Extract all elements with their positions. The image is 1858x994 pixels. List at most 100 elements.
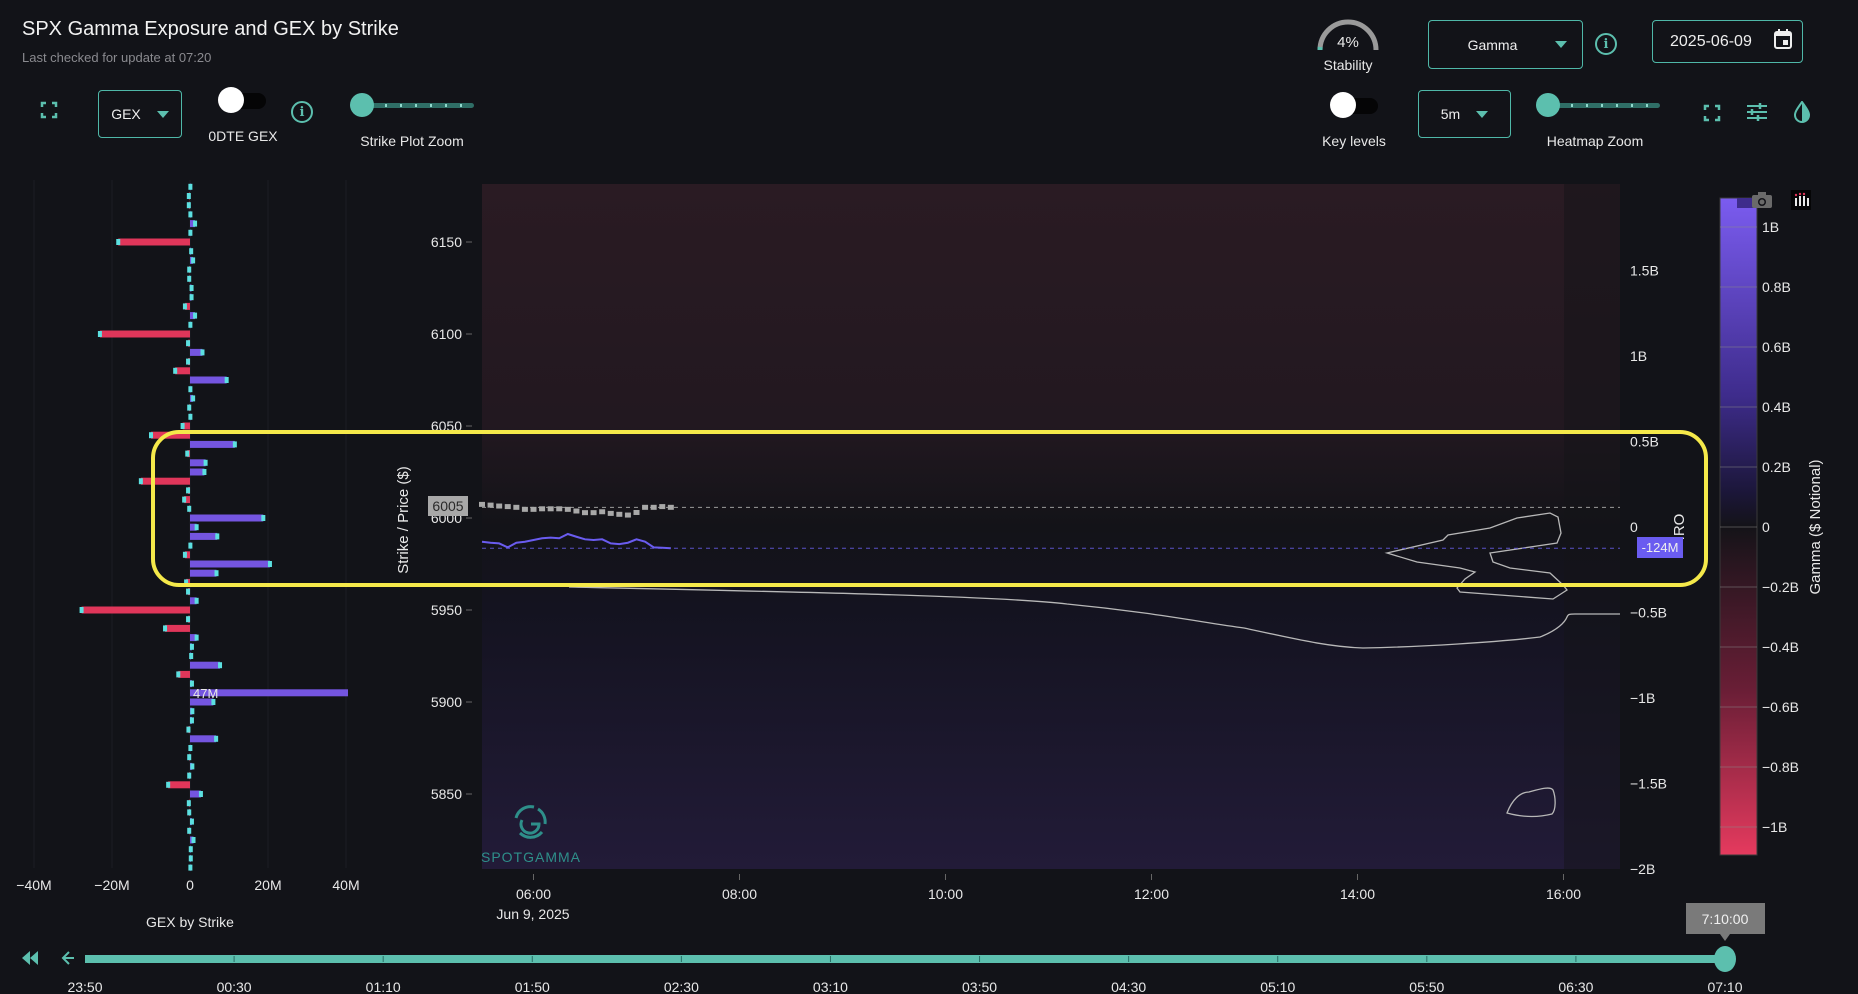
price-point bbox=[539, 506, 546, 512]
price-label: 6005 bbox=[432, 498, 463, 514]
gex-bar-marker bbox=[188, 321, 193, 328]
gex-bar-marker bbox=[188, 229, 193, 236]
iro-axis: 1.5B 1B 0.5B 0 −0.5B −1B −1.5B −2B bbox=[1630, 263, 1667, 878]
gex-bar-marker bbox=[224, 377, 229, 383]
strike-tick-label: 5900 bbox=[431, 694, 462, 710]
gex-bar bbox=[190, 440, 235, 448]
price-point bbox=[642, 504, 649, 510]
gex-bar bbox=[190, 376, 227, 384]
rewind-icon[interactable] bbox=[22, 951, 38, 965]
gex-bar-marker bbox=[186, 340, 191, 347]
gex-bar-marker bbox=[214, 570, 219, 577]
gex-bar bbox=[190, 560, 270, 568]
price-point bbox=[650, 504, 657, 510]
price-point bbox=[624, 512, 631, 518]
strike-tick-label: 6100 bbox=[431, 326, 462, 342]
gex-bar-marker bbox=[186, 487, 191, 494]
gex-bar-marker bbox=[194, 634, 199, 641]
time-tick-label: 10:00 bbox=[928, 886, 963, 902]
time-axis: 06:00 08:00 10:00 12:00 14:00 16:00 bbox=[516, 874, 1581, 902]
gex-bar-marker bbox=[185, 450, 190, 457]
gex-bar-marker bbox=[116, 239, 121, 245]
timeline-label: 06:30 bbox=[1558, 979, 1593, 994]
gex-bar-marker bbox=[200, 349, 205, 356]
gex-tick-label: −40M bbox=[16, 877, 51, 893]
iro-axis-title: IRO bbox=[1671, 514, 1688, 541]
price-point bbox=[521, 506, 528, 512]
gex-bar-marker bbox=[188, 864, 193, 871]
price-point bbox=[479, 501, 485, 507]
gex-bar-marker bbox=[186, 193, 191, 199]
gex-bar-marker bbox=[187, 772, 192, 779]
price-point bbox=[633, 509, 640, 515]
gex-bar-marker bbox=[186, 616, 191, 623]
gex-bar bbox=[190, 468, 205, 476]
gex-bar-marker bbox=[194, 524, 199, 531]
price-point bbox=[487, 502, 494, 508]
time-tick-label: 06:00 bbox=[516, 886, 551, 902]
timeline-label: 07:10 bbox=[1707, 979, 1742, 994]
gex-bar-marker bbox=[187, 505, 192, 512]
timeline-label: 05:50 bbox=[1409, 979, 1444, 994]
gex-bar-marker bbox=[267, 561, 272, 567]
gex-x-ticks: −40M −20M 0 20M 40M bbox=[16, 877, 359, 893]
charts-canvas: 47M −40M −20M 0 20M 40M GEX by Strike 6150 61… bbox=[16, 180, 1824, 994]
gex-bar-marker bbox=[188, 386, 193, 393]
gex-bar-marker bbox=[188, 542, 193, 549]
gex-bar-marker bbox=[79, 607, 84, 613]
timeline-label: 02:30 bbox=[664, 979, 699, 994]
gex-bar bbox=[175, 367, 190, 375]
gex-bar-marker bbox=[198, 791, 203, 797]
strike-axis-title: Strike / Price ($) bbox=[395, 466, 412, 574]
colorbar-tick-label: −0.6B bbox=[1762, 699, 1799, 715]
gex-bar-marker bbox=[182, 551, 187, 558]
gex-bar-marker bbox=[186, 202, 191, 209]
gex-bar-marker bbox=[190, 708, 195, 715]
gex-axis-title: GEX by Strike bbox=[146, 914, 234, 930]
timeline-thumb[interactable] bbox=[1714, 946, 1736, 972]
gex-bar-marker bbox=[187, 404, 192, 411]
iro-tick-label: 0 bbox=[1630, 519, 1638, 535]
timeline-label: 01:10 bbox=[366, 979, 401, 994]
gex-bar-marker bbox=[149, 432, 153, 439]
gex-bar-marker bbox=[187, 827, 192, 834]
gex-bar-marker bbox=[218, 662, 223, 669]
gex-tick-label: −20M bbox=[94, 877, 129, 893]
colorbar-tick-label: −1B bbox=[1762, 819, 1787, 835]
colorbar-tick-label: 0.2B bbox=[1762, 459, 1791, 475]
gex-bar-marker bbox=[187, 754, 192, 761]
gex-bar-marker bbox=[371, 690, 375, 696]
colorbar-tick-label: 0 bbox=[1762, 519, 1770, 535]
gex-bar-marker bbox=[193, 220, 198, 227]
price-point bbox=[547, 506, 554, 512]
colorbar-title: Gamma ($ Notional) bbox=[1807, 459, 1824, 594]
back-arrow-icon[interactable] bbox=[61, 951, 74, 965]
colorbar-tick-label: 0.4B bbox=[1762, 399, 1791, 415]
strike-tick-label: 6150 bbox=[431, 234, 462, 250]
heatmap-background[interactable] bbox=[482, 184, 1620, 869]
gex-bar-marker bbox=[189, 643, 194, 650]
gex-bar-marker bbox=[97, 331, 102, 337]
price-point bbox=[599, 509, 606, 515]
gex-bar bbox=[190, 569, 217, 577]
camera-icon[interactable] bbox=[1752, 192, 1772, 208]
spotgamma-wordmark: SPOTGAMMA bbox=[481, 849, 581, 865]
time-tick-label: 14:00 bbox=[1340, 886, 1375, 902]
colorbar-tick-label: 0.6B bbox=[1762, 339, 1791, 355]
gex-bar bbox=[81, 606, 190, 614]
gex-bar-marker bbox=[189, 653, 194, 659]
gex-bar bbox=[165, 624, 190, 632]
gex-bar-marker bbox=[186, 358, 191, 365]
gex-bar-marker bbox=[203, 459, 208, 466]
plotly-logo-icon[interactable] bbox=[1791, 190, 1811, 210]
timeline-current-time: 7:10:00 bbox=[1702, 911, 1749, 927]
gex-bar-marker bbox=[189, 818, 194, 825]
gex-bar bbox=[140, 477, 190, 485]
gex-bar-marker bbox=[188, 745, 193, 751]
colorbar-tick-label: 0.8B bbox=[1762, 279, 1791, 295]
timeline-track[interactable] bbox=[85, 955, 1725, 963]
iro-tick-label: −1.5B bbox=[1630, 776, 1667, 792]
gex-bar-marker bbox=[176, 671, 181, 678]
gex-bar bbox=[99, 330, 190, 338]
price-point bbox=[607, 510, 614, 516]
